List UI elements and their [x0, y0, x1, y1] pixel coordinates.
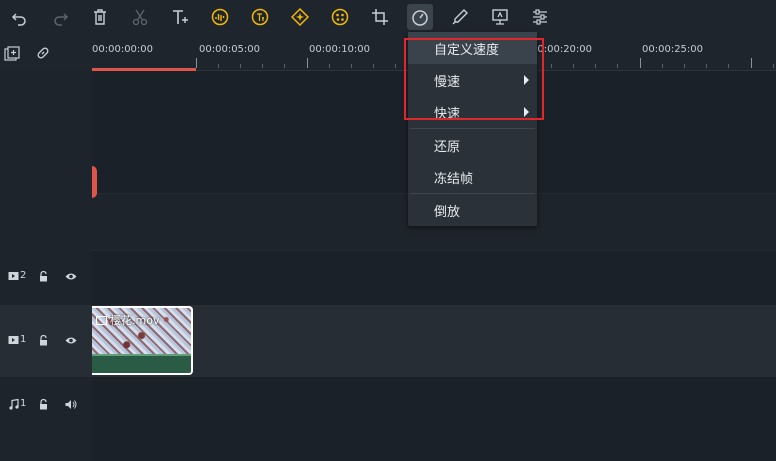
timeline-tools: [0, 36, 92, 70]
color-picker-icon[interactable]: [447, 4, 473, 30]
adjust-icon[interactable]: [527, 4, 553, 30]
menu-item-label: 慢速: [434, 74, 461, 90]
clip-audio-waveform: [92, 354, 191, 373]
menu-item-custom-speed[interactable]: 自定义速度: [408, 32, 537, 64]
cut-icon[interactable]: [127, 4, 153, 30]
redo-icon[interactable]: [47, 4, 73, 30]
track-header-column: [0, 36, 92, 461]
eye-icon[interactable]: [65, 272, 77, 281]
timecode-10: 00:00:10:00: [309, 44, 371, 55]
menu-item-label: 冻结帧: [434, 171, 474, 187]
video-track-icon: [8, 271, 19, 281]
delete-icon[interactable]: [87, 4, 113, 30]
timecode-25: 00:00:25:00: [642, 44, 704, 55]
clip-label: 樱花.mov: [96, 312, 159, 328]
audio-stretch-icon[interactable]: [207, 4, 233, 30]
toolbar: [0, 0, 776, 36]
crop-icon[interactable]: [367, 4, 393, 30]
link-icon[interactable]: [36, 46, 50, 60]
video-track-2-lane[interactable]: [92, 250, 776, 306]
color-icon[interactable]: [327, 4, 353, 30]
image-icon: [96, 315, 107, 325]
submenu-arrow-icon: [524, 75, 529, 85]
volume-icon[interactable]: [65, 399, 77, 410]
video-track-1-lane[interactable]: [92, 305, 776, 377]
lock-icon[interactable]: [39, 399, 48, 410]
menu-item-slow[interactable]: 慢速: [408, 64, 537, 96]
menu-item-label: 快速: [434, 106, 461, 122]
undo-icon[interactable]: [7, 4, 33, 30]
track-number: 1: [20, 334, 27, 345]
eye-icon[interactable]: [65, 336, 77, 345]
marker[interactable]: [92, 166, 97, 198]
ai-icon[interactable]: [287, 4, 313, 30]
clip-name: 樱花.mov: [110, 314, 160, 327]
menu-item-fast[interactable]: 快速: [408, 96, 537, 128]
present-icon[interactable]: [487, 4, 513, 30]
speed-menu: 自定义速度 慢速 快速 还原 冻结帧 倒放: [408, 32, 537, 226]
video-clip[interactable]: 樱花.mov: [92, 306, 193, 375]
add-track-icon[interactable]: [4, 46, 20, 62]
timecode-0: 00:00:00:00: [92, 44, 154, 55]
menu-item-label: 还原: [434, 139, 461, 155]
video-track-icon: [8, 335, 19, 345]
music-icon: [9, 399, 19, 410]
lock-icon[interactable]: [39, 271, 48, 282]
submenu-arrow-icon: [524, 107, 529, 117]
track-number: 2: [20, 270, 27, 281]
timecode-5: 00:00:05:00: [199, 44, 261, 55]
track-number: 1: [20, 398, 27, 409]
menu-item-freeze-frame[interactable]: 冻结帧: [408, 161, 537, 193]
menu-item-reset[interactable]: 还原: [408, 129, 537, 161]
menu-item-label: 自定义速度: [434, 42, 500, 58]
speed-icon[interactable]: [407, 4, 433, 30]
tts-icon[interactable]: [247, 4, 273, 30]
menu-item-reverse[interactable]: 倒放: [408, 194, 537, 226]
lock-icon[interactable]: [39, 335, 48, 346]
audio-track-1-lane[interactable]: [92, 377, 776, 461]
menu-item-label: 倒放: [434, 204, 461, 220]
timecode-20: 00:00:20:00: [531, 44, 593, 55]
text-icon[interactable]: [167, 4, 193, 30]
